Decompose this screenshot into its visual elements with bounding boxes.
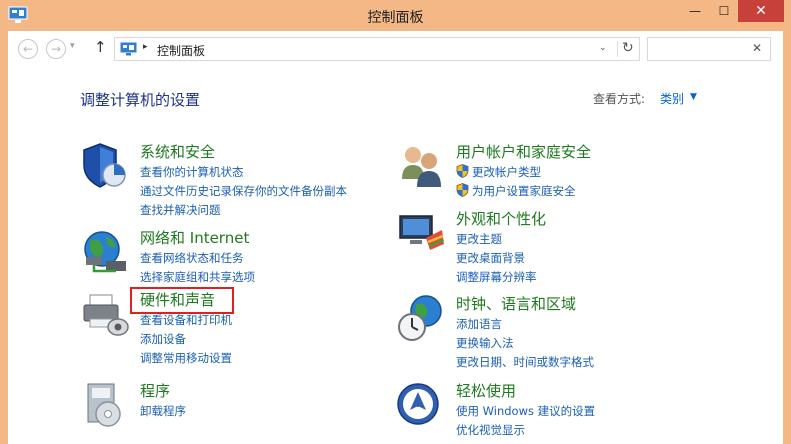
minimize-button[interactable]: — [680,0,710,22]
link-network-status[interactable]: 查看网络状态和任务 [140,249,255,268]
navigation-bar: ← → ▾ ↑ ▸ 控制面板 ⌄ ↻ ✕ [8,31,783,67]
link-add-language[interactable]: 添加语言 [456,315,594,334]
recent-pages-dropdown[interactable]: ▾ [70,41,75,51]
breadcrumb-control-panel[interactable]: 控制面板 [157,42,205,59]
content-area: ← → ▾ ↑ ▸ 控制面板 ⌄ ↻ ✕ 调整计算机的设置 查看方式: 类别 ▼… [8,31,783,444]
refresh-icon[interactable]: ↻ [622,40,634,56]
address-bar[interactable]: ▸ 控制面板 ⌄ ↻ [114,37,640,61]
control-panel-window: 控制面板 — ☐ ✕ ← → ▾ ↑ ▸ 控制面板 ⌄ ↻ ✕ 调整计算机的设置… [0,0,791,444]
program-disc-icon[interactable] [80,380,130,430]
link-screen-resolution[interactable]: 调整屏幕分辨率 [456,268,537,287]
category-title[interactable]: 程序 [140,380,170,401]
printer-speaker-icon[interactable] [80,289,130,339]
link-recommended-settings[interactable]: 使用 Windows 建议的设置 [456,402,595,421]
address-divider [617,41,618,57]
clock-globe-icon[interactable] [396,293,446,343]
breadcrumb-separator-icon[interactable]: ▸ [143,42,148,52]
forward-button[interactable]: → [46,39,66,59]
page-title: 调整计算机的设置 [80,91,201,109]
window-title: 控制面板 [367,10,424,26]
shield-pie-icon[interactable] [80,141,130,191]
close-icon[interactable]: ✕ [752,41,762,55]
close-button[interactable]: ✕ [738,0,784,22]
link-change-account-type[interactable]: 更改帐户类型 [456,163,576,182]
link-file-history-backup[interactable]: 通过文件历史记录保存你的文件备份副本 [140,182,347,201]
back-button[interactable]: ← [18,39,38,59]
category-title[interactable]: 时钟、语言和区域 [456,293,576,314]
control-panel-icon [120,42,137,56]
uac-shield-icon [456,164,469,178]
category-title[interactable]: 系统和安全 [140,141,215,162]
maximize-button[interactable]: ☐ [710,0,738,22]
accessibility-icon[interactable] [396,380,446,430]
link-view-computer-status[interactable]: 查看你的计算机状态 [140,163,347,182]
link-uninstall-program[interactable]: 卸载程序 [140,402,186,421]
category-title[interactable]: 外观和个性化 [456,208,546,229]
monitor-palette-icon[interactable] [396,208,446,258]
link-desktop-background[interactable]: 更改桌面背景 [456,249,537,268]
users-icon[interactable] [396,141,446,191]
category-title[interactable]: 网络和 Internet [140,227,249,248]
link-text[interactable]: 为用户设置家庭安全 [472,184,576,198]
up-button[interactable]: ↑ [94,38,107,56]
search-input[interactable]: ✕ [647,37,771,61]
view-by-label: 查看方式: [593,92,646,106]
link-family-safety[interactable]: 为用户设置家庭安全 [456,182,576,201]
link-change-theme[interactable]: 更改主题 [456,230,537,249]
link-change-input-method[interactable]: 更换输入法 [456,334,594,353]
title-bar[interactable]: 控制面板 — ☐ ✕ [0,0,791,31]
link-add-device[interactable]: 添加设备 [140,330,232,349]
chevron-down-icon[interactable]: ⌄ [599,43,607,53]
chevron-down-icon[interactable]: ▼ [690,92,697,102]
highlight-box [130,287,234,314]
link-mobility-settings[interactable]: 调整常用移动设置 [140,349,232,368]
link-troubleshoot[interactable]: 查找并解决问题 [140,201,347,220]
link-optimize-visual-display[interactable]: 优化视觉显示 [456,421,595,440]
uac-shield-icon [456,183,469,197]
category-title[interactable]: 轻松使用 [456,380,516,401]
category-title[interactable]: 用户帐户和家庭安全 [456,141,591,162]
globe-network-icon[interactable] [80,227,130,277]
link-homegroup-sharing[interactable]: 选择家庭组和共享选项 [140,268,255,287]
link-date-time-format[interactable]: 更改日期、时间或数字格式 [456,353,594,372]
view-by-dropdown[interactable]: 类别 [660,90,684,107]
link-text[interactable]: 更改帐户类型 [472,165,541,179]
